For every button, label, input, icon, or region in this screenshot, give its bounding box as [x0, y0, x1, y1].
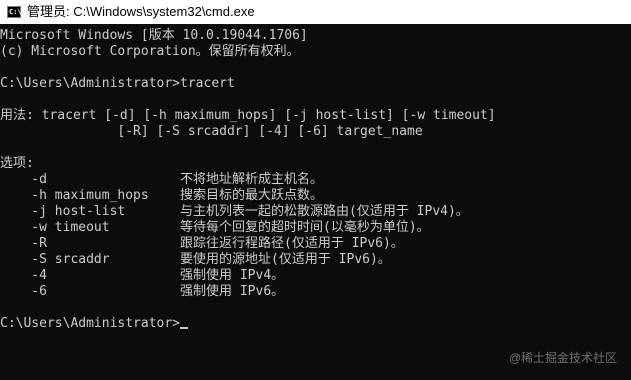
console-line: (c) Microsoft Corporation。保留所有权利。	[0, 44, 300, 59]
prompt-text: C:\Users\Administrator>	[0, 316, 181, 331]
title-bar[interactable]: C:\ 管理员: C:\Windows\system32\cmd.exe	[0, 0, 631, 24]
console-line: -S srcaddr 要使用的源地址(仅适用于 IPv6)。	[0, 252, 391, 267]
console-line: -6 强制使用 IPv6。	[0, 284, 285, 299]
console-line: 用法: tracert [-d] [-h maximum_hops] [-j h…	[0, 108, 496, 123]
console-line: -j host-list 与主机列表一起的松散源路由(仅适用于 IPv4)。	[0, 204, 469, 219]
console-line: -4 强制使用 IPv4。	[0, 268, 285, 283]
watermark: @稀土掘金技术社区	[508, 351, 617, 365]
console-line: -R 跟踪往返行程路径(仅适用于 IPv6)。	[0, 236, 404, 251]
console-line: Microsoft Windows [版本 10.0.19044.1706]	[0, 28, 308, 43]
cmd-icon: C:\	[7, 6, 22, 18]
prompt-line[interactable]: C:\Users\Administrator>	[0, 316, 189, 332]
console-line: -h maximum_hops 搜索目标的最大跃点数。	[0, 188, 324, 203]
text-cursor	[180, 327, 189, 329]
console-output[interactable]: Microsoft Windows [版本 10.0.19044.1706] (…	[0, 24, 631, 380]
console-line: -w timeout 等待每个回复的超时时间(以毫秒为单位)。	[0, 220, 430, 235]
console-line: -d 不将地址解析成主机名。	[0, 172, 324, 187]
console-line: 选项:	[0, 156, 34, 171]
console-line: C:\Users\Administrator>tracert	[0, 76, 235, 91]
console-line: [-R] [-S srcaddr] [-4] [-6] target_name	[0, 124, 423, 139]
window-title: 管理员: C:\Windows\system32\cmd.exe	[27, 4, 255, 19]
